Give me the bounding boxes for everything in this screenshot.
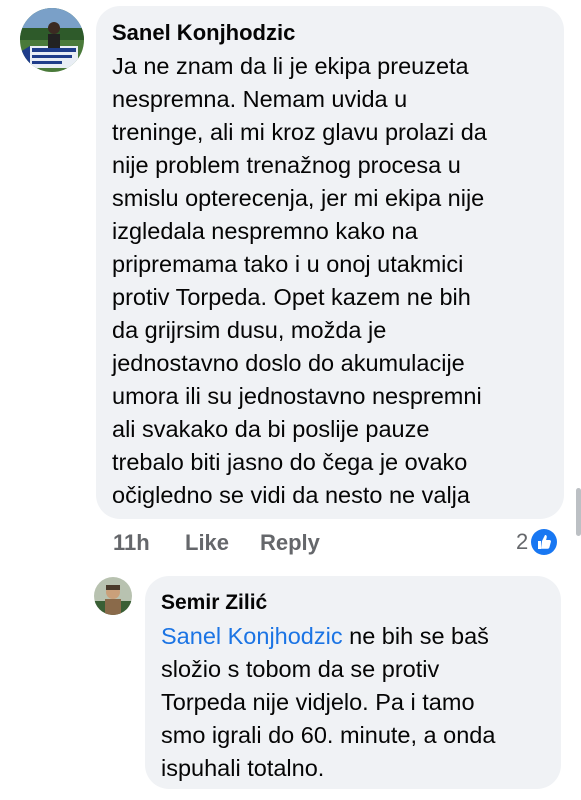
comment-text: Ja ne znam da li je ekipa preuzeta nespre… bbox=[112, 50, 557, 512]
reply-author-name[interactable]: Semir Zilić bbox=[161, 591, 267, 615]
comment-text-line: trebalo biti jasno do čega je ovako bbox=[112, 449, 468, 475]
comment-text-line: da grijrsim dusu, možda je bbox=[112, 317, 387, 343]
commenter-avatar[interactable] bbox=[20, 8, 84, 72]
reply-text-line: složio s tobom da se protiv bbox=[161, 656, 440, 682]
comment-text-line: jednostavno doslo do akumulacije bbox=[112, 350, 465, 376]
scrollbar-thumb[interactable] bbox=[576, 488, 581, 536]
reply-text-line: ispuhali totalno. bbox=[161, 755, 325, 781]
comment-text-line: smislu opterecenja, jer mi ekipa nije bbox=[112, 185, 485, 211]
comment-text-line: nije problem trenažnog procesa u bbox=[112, 152, 461, 178]
like-thumb-icon bbox=[531, 529, 558, 555]
comment-timestamp[interactable]: 11h bbox=[113, 530, 150, 556]
like-button[interactable]: Like bbox=[185, 530, 229, 556]
comment-text-line: očigledno se vidi da nesto ne valja bbox=[112, 482, 470, 508]
comment-author-name[interactable]: Sanel Konjhodzic bbox=[112, 20, 295, 46]
comment-text-line: treninge, ali mi kroz glavu prolazi da bbox=[112, 119, 487, 145]
comment-text-line: Ja ne znam da li je ekipa preuzeta bbox=[112, 53, 469, 79]
reply-text: Sanel Konjhodzic ne bih se baš složio s … bbox=[161, 620, 556, 785]
comment-text-line: umora ili su jednostavno nespremni bbox=[112, 383, 482, 409]
reply-button[interactable]: Reply bbox=[260, 530, 320, 556]
mention-link[interactable]: Sanel Konjhodzic bbox=[161, 623, 343, 649]
comment-text-line: pripremama tako i u onoj utakmici bbox=[112, 251, 464, 277]
comment-text-line: protiv Torpeda. Opet kazem ne bih bbox=[112, 284, 471, 310]
reply-first-line: Sanel Konjhodzic ne bih se baš bbox=[161, 620, 556, 653]
reply-author-avatar[interactable] bbox=[94, 577, 132, 615]
comment-text-line: ali svakako da bi poslije pauze bbox=[112, 416, 430, 442]
comment-text-line: nespremna. Nemam uvida u bbox=[112, 86, 408, 112]
reply-text-line: Torpeda nije vidjelo. Pa i tamo bbox=[161, 689, 475, 715]
reply-body-lines: složio s tobom da se protiv Torpeda nije … bbox=[161, 653, 556, 785]
reaction-summary[interactable]: 2 bbox=[516, 528, 558, 556]
comment-text-line: izgledala nespremno kako na bbox=[112, 218, 418, 244]
comment-actions: 11h Like Reply bbox=[0, 530, 581, 560]
reaction-count: 2 bbox=[516, 529, 529, 554]
reply-first-line-text: ne bih se baš bbox=[342, 623, 489, 649]
reply-text-line: smo igrali do 60. minute, a onda bbox=[161, 722, 496, 748]
